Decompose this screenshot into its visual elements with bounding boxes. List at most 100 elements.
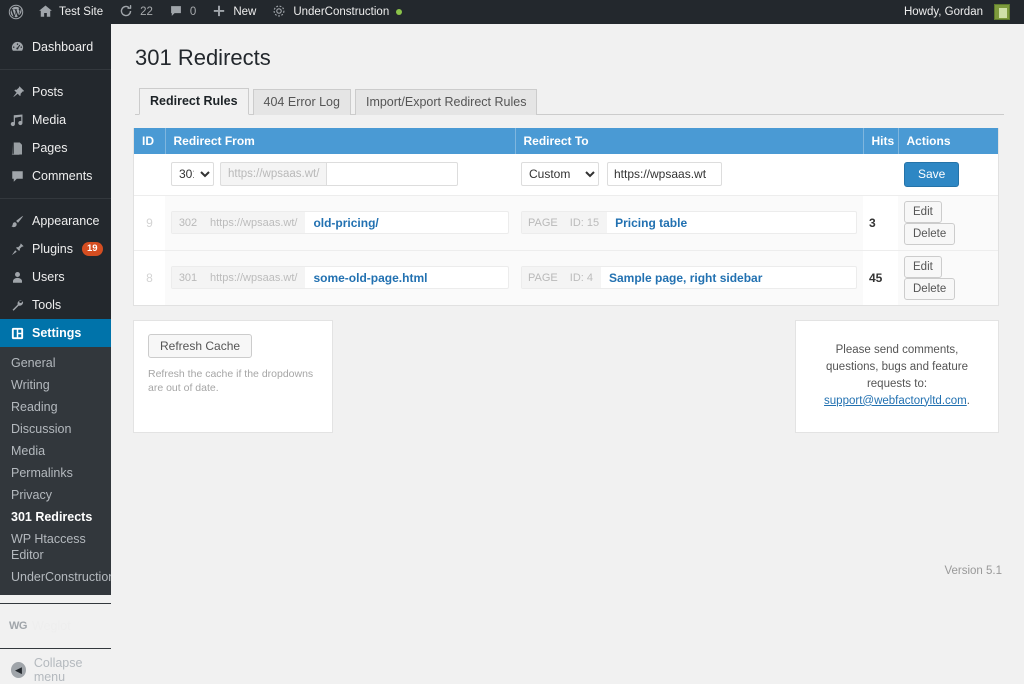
admin-bar-comments[interactable]: 0	[161, 0, 204, 24]
admin-bar-howdy: Howdy, Gordan	[903, 6, 983, 18]
row-redirect-from[interactable]: 302 https://wpsaas.wt/ old-pricing/	[165, 194, 515, 251]
row-from-prefix: https://wpsaas.wt/	[204, 212, 306, 234]
media-icon	[9, 112, 25, 128]
redirect-rules-table-wrapper: ID Redirect From Redirect To Hits Action…	[133, 127, 999, 306]
sidebar-item-label: Posts	[32, 85, 64, 99]
submenu-item-wp-htaccess-editor[interactable]: WP Htaccess Editor	[0, 528, 111, 566]
redirect-to-type-select[interactable]: Custom	[521, 162, 599, 187]
sidebar-item-tools[interactable]: Tools	[0, 291, 111, 319]
wrench-icon	[9, 297, 25, 313]
redirect-to-input[interactable]	[607, 162, 722, 187]
row-to-type: PAGE	[522, 267, 564, 289]
row-redirect-from[interactable]: 301 https://wpsaas.wt/ some-old-page.htm…	[165, 249, 515, 305]
save-button[interactable]: Save	[904, 161, 960, 187]
tab-import-export-redirect-rules[interactable]: Import/Export Redirect Rules	[354, 88, 538, 115]
sidebar-item-dashboard[interactable]: Dashboard	[0, 33, 111, 61]
sidebar-item-media[interactable]: Media	[0, 106, 111, 134]
admin-sidebar: Dashboard Posts Media Pages Comments App…	[0, 24, 115, 684]
delete-button[interactable]: Delete	[904, 222, 956, 245]
admin-bar-underconstruction[interactable]: UnderConstruction	[264, 0, 410, 24]
table-header: ID Redirect From Redirect To Hits Action…	[134, 127, 998, 154]
plug-icon	[9, 241, 25, 257]
user-icon	[9, 269, 25, 285]
sidebar-item-plugins[interactable]: Plugins 19	[0, 235, 111, 263]
row-from-field: 302 https://wpsaas.wt/ old-pricing/	[171, 211, 509, 235]
sidebar-divider	[0, 198, 111, 199]
gear-icon	[272, 4, 288, 20]
column-header-redirect-from: Redirect From	[165, 127, 516, 154]
submenu-item-reading[interactable]: Reading	[0, 396, 111, 418]
admin-bar-new[interactable]: New	[204, 0, 264, 24]
comment-icon	[9, 168, 25, 184]
wordpress-logo-icon[interactable]	[0, 0, 30, 24]
submenu-item-301-redirects[interactable]: 301 Redirects	[0, 506, 111, 528]
row-to-id: ID: 15	[563, 212, 608, 234]
status-code-select[interactable]: 301	[171, 162, 214, 187]
column-header-redirect-to: Redirect To	[515, 127, 864, 154]
support-email-link[interactable]: support@webfactoryltd.com	[824, 395, 967, 407]
sidebar-item-settings[interactable]: Settings	[0, 319, 111, 347]
row-from-prefix: https://wpsaas.wt/	[204, 267, 306, 289]
submenu-item-general[interactable]: General	[0, 352, 111, 374]
row-to-field: PAGE ID: 15 Pricing table	[521, 211, 857, 235]
refresh-cache-button[interactable]: Refresh Cache	[148, 333, 253, 358]
admin-bar-site-name[interactable]: Test Site	[30, 0, 111, 24]
wordpress-logo-icon	[8, 4, 24, 20]
admin-bar-comments-count: 0	[189, 6, 197, 18]
admin-bar-account[interactable]: Howdy, Gordan	[896, 0, 1018, 24]
pages-icon	[9, 140, 25, 156]
row-redirect-to[interactable]: PAGE ID: 4 Sample page, right sidebar	[515, 249, 863, 305]
tab-redirect-rules[interactable]: Redirect Rules	[139, 87, 249, 115]
row-id: 9	[134, 194, 165, 251]
submenu-item-discussion[interactable]: Discussion	[0, 418, 111, 440]
row-to-id: ID: 4	[563, 267, 601, 289]
row-hits: 45	[863, 249, 898, 305]
edit-button[interactable]: Edit	[904, 200, 942, 223]
tab-404-error-log[interactable]: 404 Error Log	[252, 88, 351, 115]
row-redirect-to[interactable]: PAGE ID: 15 Pricing table	[515, 194, 863, 251]
status-dot	[396, 9, 403, 15]
submenu-item-underconstruction[interactable]: UnderConstruction	[0, 566, 115, 588]
sidebar-item-pages[interactable]: Pages	[0, 134, 111, 162]
sidebar-item-comments[interactable]: Comments	[0, 162, 111, 190]
new-rule-to-cell: Custom	[515, 153, 863, 196]
new-rule-from-group: https://wpsaas.wt/	[220, 162, 459, 187]
row-from-value: old-pricing/	[313, 215, 379, 230]
table-header-row: ID Redirect From Redirect To Hits Action…	[134, 127, 998, 154]
plugins-update-badge: 19	[82, 242, 103, 256]
submenu-item-writing[interactable]: Writing	[0, 374, 111, 396]
support-period: .	[966, 394, 970, 407]
comment-icon	[169, 4, 185, 20]
collapse-menu-button[interactable]: ◀ Collapse menu	[0, 656, 111, 684]
column-header-actions: Actions	[898, 127, 998, 154]
submenu-item-privacy[interactable]: Privacy	[0, 484, 111, 506]
admin-bar-updates[interactable]: 22	[111, 0, 161, 24]
admin-bar: Test Site 22 0 New UnderConstruction How…	[0, 0, 1024, 24]
sidebar-item-label: Weglot	[32, 619, 71, 633]
sidebar-item-users[interactable]: Users	[0, 263, 111, 291]
sidebar-item-appearance[interactable]: Appearance	[0, 207, 111, 235]
admin-bar-updates-count: 22	[140, 6, 153, 18]
admin-bar-underconstruction-label: UnderConstruction	[293, 6, 390, 18]
admin-layout: Dashboard Posts Media Pages Comments App…	[0, 24, 1024, 684]
submenu-item-media[interactable]: Media	[0, 440, 111, 462]
sidebar-item-weglot[interactable]: WG Weglot	[0, 612, 111, 640]
sidebar-item-posts[interactable]: Posts	[0, 78, 111, 106]
weglot-icon: WG	[9, 620, 27, 632]
row-to-field: PAGE ID: 4 Sample page, right sidebar	[521, 266, 857, 290]
row-to-type: PAGE	[522, 212, 564, 234]
settings-submenu: General Writing Reading Discussion Media…	[0, 347, 115, 595]
edit-button[interactable]: Edit	[904, 255, 942, 278]
delete-button[interactable]: Delete	[904, 277, 956, 300]
redirect-from-input[interactable]	[326, 162, 459, 187]
refresh-cache-panel: Refresh Cache Refresh the cache if the d…	[133, 319, 333, 433]
sidebar-item-label: Pages	[32, 141, 68, 155]
sidebar-item-label: Plugins	[32, 242, 73, 256]
column-header-id: ID	[134, 127, 166, 154]
footer-version: Version 5.1	[944, 565, 1002, 577]
support-panel: Please send comments, questions, bugs an…	[795, 319, 999, 433]
settings-icon	[9, 325, 25, 341]
submenu-item-permalinks[interactable]: Permalinks	[0, 462, 111, 484]
pin-icon	[9, 84, 25, 100]
new-rule-id-cell	[134, 153, 165, 196]
